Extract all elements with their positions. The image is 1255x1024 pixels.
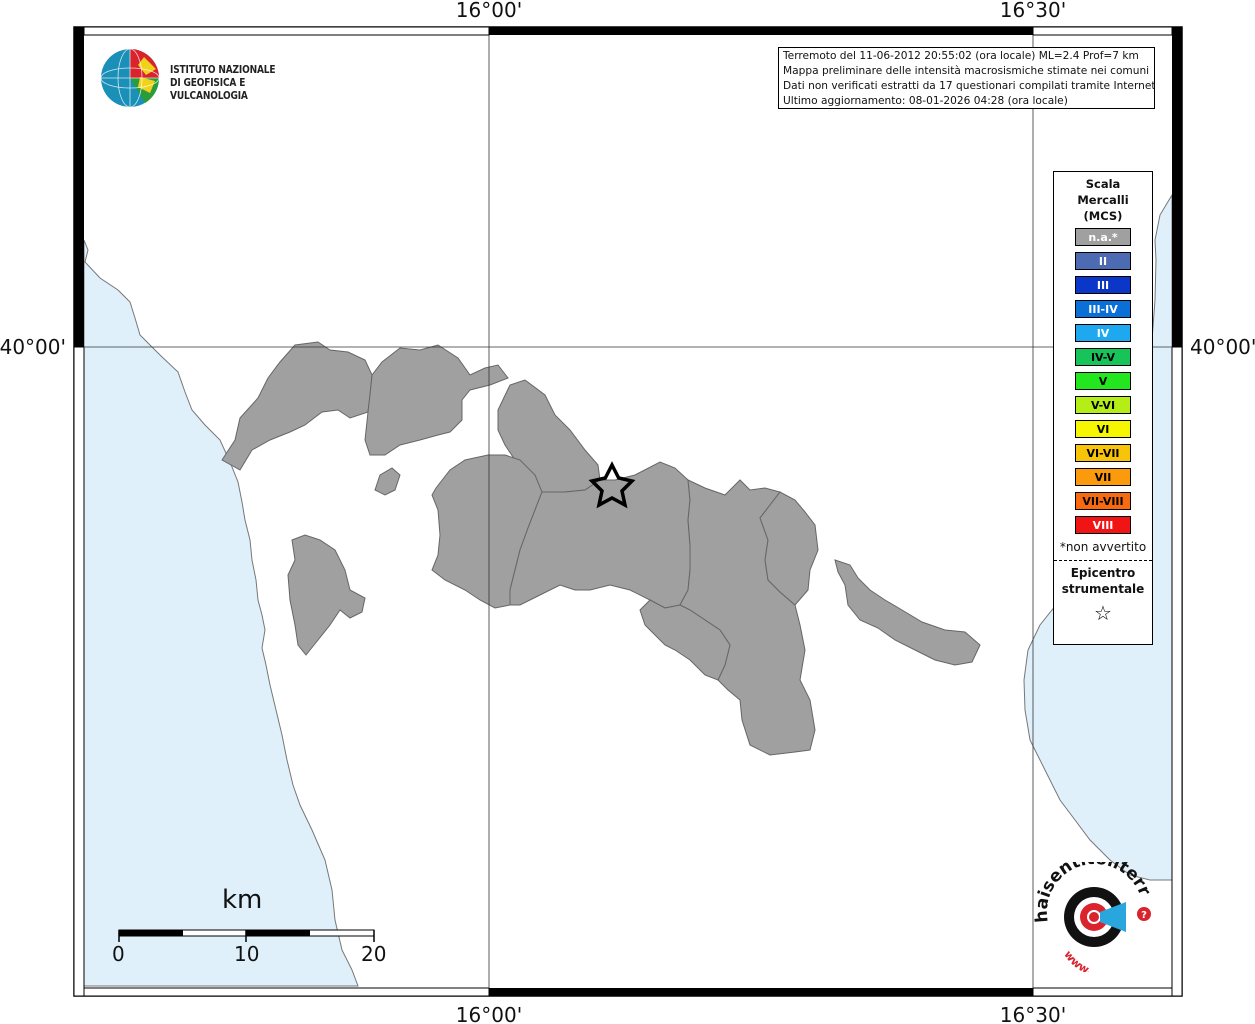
info-line3: Dati non verificati estratti da 17 quest…	[783, 80, 1155, 92]
legend-item: IV-V	[1075, 348, 1131, 366]
scale-unit: km	[222, 885, 263, 915]
logo-line2: DI GEOFISICA E VULCANOLOGIA	[170, 76, 248, 102]
legend-separator	[1054, 560, 1152, 561]
legend-title: Scala Mercalli (MCS)	[1054, 176, 1152, 224]
legend-item: n.a.*	[1075, 228, 1131, 246]
intensity-legend: Scala Mercalli (MCS) n.a.* II III III-IV IV I…	[1053, 171, 1153, 645]
legend-item: VI	[1075, 420, 1131, 438]
globe-icon	[100, 48, 160, 108]
legend-star-icon: ☆	[1094, 601, 1112, 625]
hst-logo-www: www.	[1061, 948, 1093, 972]
hst-logo: haisentitoilterremoto.it www. ?	[1025, 847, 1158, 977]
legend-title-line2: Mercalli	[1077, 193, 1129, 207]
legend-item: II	[1075, 252, 1131, 270]
frame-band-right-bottom	[1171, 346, 1183, 997]
svg-text:?: ?	[1141, 910, 1147, 921]
legend-item: VII-VIII	[1075, 492, 1131, 510]
legend-title-line3: (MCS)	[1083, 209, 1123, 223]
coord-left: 40°00'	[0, 335, 66, 359]
frame-band-bottom-left	[83, 987, 490, 997]
legend-item: VIII	[1075, 516, 1131, 534]
coord-top-right: 16°30'	[1000, 0, 1066, 22]
frame-band-left-top	[74, 27, 84, 347]
legend-item: IV	[1075, 324, 1131, 342]
frame-band-top-right	[1032, 26, 1173, 36]
frame-band-left-bottom	[73, 346, 85, 997]
legend-title-line1: Scala	[1085, 177, 1121, 191]
frame-band-bottom-mid	[489, 988, 1033, 996]
legend-item: III	[1075, 276, 1131, 294]
ingv-logo: ISTITUTO NAZIONALE DI GEOFISICA E VULCAN…	[100, 47, 330, 109]
info-line4: Ultimo aggiornamento: 08-01-2026 04:28 (…	[783, 95, 1068, 107]
coord-bottom-left: 16°00'	[456, 1003, 522, 1024]
legend-items: n.a.* II III III-IV IV IV-V V V-VI VI VI-VII VII VI…	[1054, 228, 1152, 534]
coord-top-left: 16°00'	[456, 0, 522, 22]
frame-band-right-top	[1172, 27, 1182, 347]
logo-line1: ISTITUTO NAZIONALE	[170, 63, 276, 76]
info-line1: Terremoto del 11-06-2012 20:55:02 (ora l…	[783, 50, 1139, 62]
scale-tick-20: 20	[361, 942, 387, 966]
coord-bottom-right: 16°30'	[1000, 1003, 1066, 1024]
scale-tick-0: 0	[112, 942, 125, 966]
frame-band-bottom-right	[1032, 987, 1173, 997]
event-info-box: Terremoto del 11-06-2012 20:55:02 (ora l…	[778, 47, 1155, 109]
legend-item: V	[1075, 372, 1131, 390]
info-line2: Mappa preliminare delle intensità macros…	[783, 65, 1150, 77]
legend-item: III-IV	[1075, 300, 1131, 318]
legend-note: *non avvertito	[1059, 540, 1147, 554]
legend-epicenter-line1: Epicentro	[1070, 566, 1136, 580]
legend-item: V-VI	[1075, 396, 1131, 414]
scale-tick-10: 10	[234, 942, 260, 966]
hst-logo-graphic: haisentitoilterremoto.it www. ?	[1025, 847, 1155, 977]
frame-band-top-left	[83, 26, 490, 36]
coord-right: 40°00'	[1190, 335, 1255, 359]
legend-item: VI-VII	[1075, 444, 1131, 462]
legend-epicenter-line2: strumentale	[1061, 582, 1145, 596]
legend-item: VII	[1075, 468, 1131, 486]
legend-epicenter-label: Epicentro strumentale	[1054, 565, 1152, 597]
frame-band-top-mid	[489, 27, 1033, 35]
